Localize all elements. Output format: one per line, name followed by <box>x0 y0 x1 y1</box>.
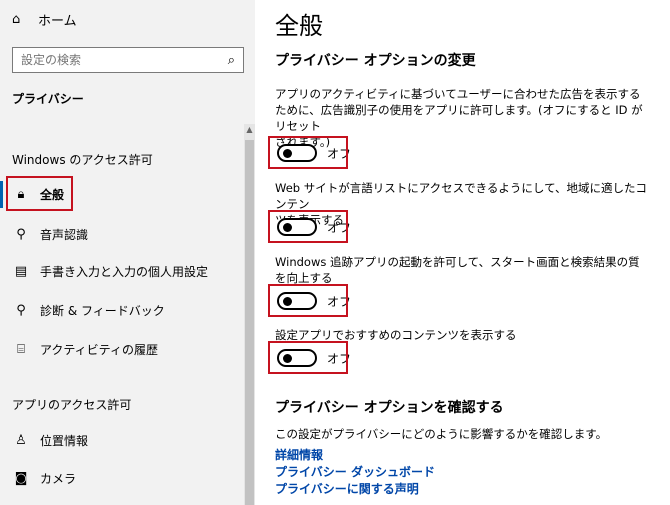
option-text-line: Web サイトが言語リストにアクセスできるようにして、地域に適したコンテン <box>275 181 647 211</box>
option-app-launch-tracking-description: Windows 追跡アプリの起動を許可して、スタート画面と検索結果の質 を向上す… <box>275 254 647 286</box>
sidebar-item-inking-typing[interactable]: ▤ 手書き入力と入力の個人用設定 <box>12 258 242 284</box>
sidebar-item-activity-history[interactable]: ⌸ アクティビティの履歴 <box>12 336 242 362</box>
sidebar-item-label: カメラ <box>40 471 77 486</box>
section-title: プライバシー <box>12 92 84 106</box>
highlight-box <box>268 284 348 317</box>
sidebar: ⌂ ホーム ⌕ プライバシー ▲ Windows のアクセス許可 🔒︎ 全般 ⚲… <box>0 0 255 505</box>
link-learn-more[interactable]: 詳細情報 <box>275 446 323 463</box>
camera-icon: ◙ <box>14 470 28 486</box>
location-icon: ♙ <box>15 432 27 448</box>
search-input[interactable] <box>21 53 228 67</box>
scrollbar-thumb[interactable] <box>245 140 254 505</box>
highlight-box <box>268 210 348 243</box>
sidebar-item-label: 診断 & フィードバック <box>40 303 165 318</box>
sidebar-item-camera[interactable]: ◙ カメラ <box>12 465 242 491</box>
diagnostics-icon: ⚲ <box>16 302 26 318</box>
search-icon[interactable]: ⌕ <box>228 53 235 68</box>
options-heading: プライバシー オプションの変更 <box>275 53 476 69</box>
activity-history-icon: ⌸ <box>17 341 25 357</box>
option-text-line: アプリのアクティビティに基づいてユーザーに合わせた広告を表示するために、広告識別… <box>275 87 643 133</box>
sidebar-item-label: 音声認識 <box>40 227 89 242</box>
home-link[interactable]: ⌂ ホーム <box>12 10 77 29</box>
page-title: 全般 <box>275 12 323 40</box>
home-icon: ⌂ <box>12 12 21 27</box>
link-privacy-dashboard[interactable]: プライバシー ダッシュボード <box>275 463 435 480</box>
main-content: 全般 プライバシー オプションの変更 アプリのアクティビティに基づいてユーザーに… <box>255 0 670 505</box>
review-heading: プライバシー オプションを確認する <box>275 400 504 416</box>
sidebar-item-label: 位置情報 <box>40 433 89 448</box>
sidebar-item-label: 手書き入力と入力の個人用設定 <box>40 264 209 279</box>
sidebar-item-label: アクティビティの履歴 <box>40 342 158 357</box>
sidebar-item-diagnostics[interactable]: ⚲ 診断 & フィードバック <box>12 297 242 323</box>
highlight-box <box>268 341 348 374</box>
link-privacy-statement[interactable]: プライバシーに関する声明 <box>275 480 419 497</box>
speech-icon: ⚲ <box>16 226 26 242</box>
inking-typing-icon: ▤ <box>14 263 28 279</box>
home-label: ホーム <box>38 14 77 29</box>
selection-indicator <box>0 181 3 208</box>
highlight-box <box>268 136 348 169</box>
sidebar-item-speech[interactable]: ⚲ 音声認識 <box>12 221 242 247</box>
group-label-windows: Windows のアクセス許可 <box>12 153 153 167</box>
scroll-up-arrow-icon[interactable]: ▲ <box>244 124 255 136</box>
highlight-box <box>6 176 73 211</box>
search-box[interactable]: ⌕ <box>12 47 244 73</box>
option-text-line: Windows 追跡アプリの起動を許可して、スタート画面と検索結果の質 <box>275 255 640 269</box>
group-label-apps: アプリのアクセス許可 <box>12 398 132 412</box>
review-description: この設定がプライバシーにどのように影響するかを確認します。 <box>275 427 608 441</box>
sidebar-item-location[interactable]: ♙ 位置情報 <box>12 427 242 453</box>
